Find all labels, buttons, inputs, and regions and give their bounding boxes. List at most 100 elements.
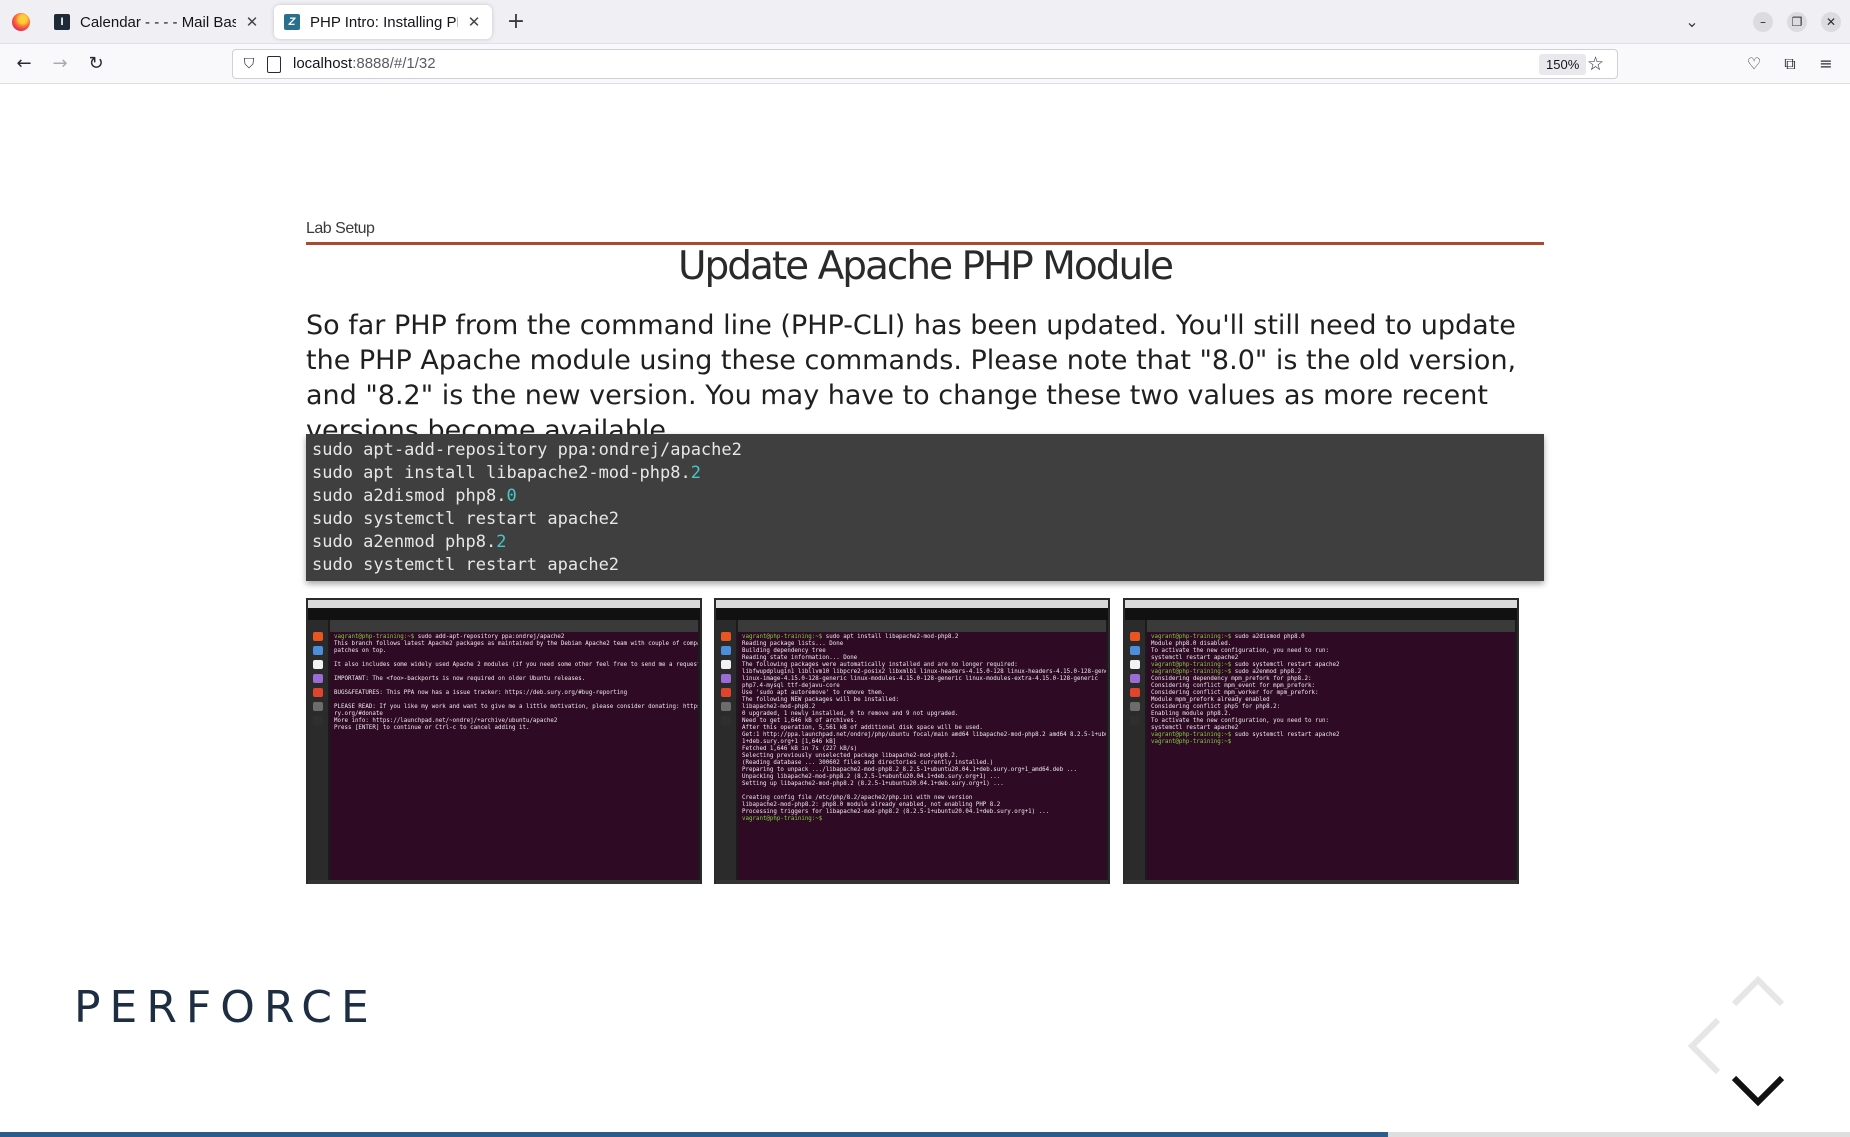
url-host: localhost: [293, 55, 353, 72]
page-info-icon[interactable]: [267, 56, 281, 73]
extensions-icon[interactable]: ⧉: [1780, 54, 1800, 74]
reload-icon[interactable]: ↻: [82, 50, 110, 78]
restore-window-button[interactable]: ❐: [1787, 12, 1807, 32]
terminal-line: Considering dependency mpm_prefork for p…: [1151, 676, 1511, 683]
terminal-text: Need to get 1,646 kB of archives.: [742, 718, 858, 724]
back-arrow-icon[interactable]: ←: [10, 50, 38, 78]
firefox-icon[interactable]: [12, 13, 30, 31]
terminal-text: Fetched 1,646 kB in 7s (227 kB/s): [742, 746, 858, 752]
terminal-line: (Reading database ... 300602 files and d…: [742, 760, 1102, 767]
dock-app-icon: [313, 688, 323, 697]
terminal-line: systemctl restart apache2: [1151, 725, 1511, 732]
list-all-tabs-chevron-icon[interactable]: ⌄: [1680, 10, 1704, 34]
terminal-text: Preparing to unpack .../libapache2-mod-p…: [742, 767, 1078, 773]
nav-down-arrow-icon[interactable]: [1730, 1074, 1786, 1108]
terminal-line: Preparing to unpack .../libapache2-mod-p…: [742, 767, 1102, 774]
terminal-text: PLEASE READ: If you like my work and wan…: [334, 704, 698, 710]
terminal-line: Selecting previously unselected package …: [742, 753, 1102, 760]
terminal-line: vagrant@php-training:~$: [1151, 739, 1511, 746]
code-line: sudo a2enmod php8.2: [312, 531, 1538, 554]
code-line: sudo systemctl restart apache2: [312, 554, 1538, 577]
close-tab-icon[interactable]: ✕: [466, 13, 482, 31]
new-tab-button[interactable]: +: [502, 8, 530, 36]
code-line: sudo systemctl restart apache2: [312, 508, 1538, 531]
tab-calendar-mail[interactable]: I Calendar - - - - Mail Basic ✕: [44, 5, 270, 39]
address-bar[interactable]: ⛉ localhost:8888/#/1/32 150% ☆: [232, 49, 1618, 79]
nav-up-arrow-icon[interactable]: [1730, 974, 1786, 1008]
minimize-window-button[interactable]: –: [1753, 12, 1773, 32]
terminal-text: After this operation, 5,561 kB of additi…: [742, 725, 983, 731]
php-favicon-icon: Z: [284, 14, 300, 30]
code-text: sudo apt install libapache2-mod-php8.: [312, 463, 691, 483]
dock-app-icon: [721, 632, 731, 641]
menu-hamburger-icon[interactable]: ≡: [1816, 54, 1836, 74]
terminal-line: The following packages were automaticall…: [742, 662, 1102, 669]
close-window-button[interactable]: ✕: [1821, 12, 1841, 32]
terminal-line: [334, 669, 694, 676]
code-text: sudo a2enmod php8.: [312, 532, 497, 552]
ubuntu-dock: [308, 620, 328, 882]
terminal-screenshot-a2enmod: vagrant@php-training:~$ sudo a2dismod ph…: [1123, 598, 1519, 884]
terminal-prompt: vagrant@php-training:~$: [1151, 732, 1232, 738]
dock-app-icon: [721, 702, 731, 711]
terminal-line: Creating config file /etc/php/8.2/apache…: [742, 795, 1102, 802]
terminal-line: [334, 697, 694, 704]
tracking-shield-icon[interactable]: ⛉: [241, 56, 257, 72]
terminal-prompt: vagrant@php-training:~$: [334, 634, 415, 640]
terminal-text: sudo systemctl restart apache2: [1231, 662, 1340, 668]
terminal-line: PLEASE READ: If you like my work and wan…: [334, 704, 698, 711]
url-text[interactable]: localhost:8888/#/1/32: [293, 55, 436, 72]
code-line: sudo apt install libapache2-mod-php8.2: [312, 462, 1538, 485]
terminal-text: Use 'sudo apt autoremove' to remove them…: [742, 690, 886, 696]
nav-left-arrow-icon[interactable]: [1686, 1016, 1722, 1076]
terminal-text: systemctl restart apache2: [1151, 725, 1239, 731]
terminal-line: vagrant@php-training:~$: [742, 816, 1102, 823]
terminal-line: 1+deb.sury.org+1 [1,646 kB]: [742, 739, 1102, 746]
terminal-text: Module php8.0 disabled.: [1151, 641, 1232, 647]
code-text: sudo systemctl restart apache2: [312, 509, 620, 529]
terminal-text: To activate the new configuration, you n…: [1151, 648, 1329, 654]
dock-app-icon: [313, 674, 323, 683]
forward-arrow-icon[interactable]: →: [46, 50, 74, 78]
dock-app-icon: [721, 688, 731, 697]
terminal-line: vagrant@php-training:~$ sudo a2enmod php…: [1151, 669, 1511, 676]
close-tab-icon[interactable]: ✕: [244, 13, 260, 31]
terminal-text: sudo a2dismod php8.0: [1231, 634, 1305, 640]
slide-progress-bar: [0, 1132, 1850, 1137]
terminal-text: 0 upgraded, 1 newly installed, 0 to remo…: [742, 711, 959, 717]
dock-app-icon: [313, 716, 323, 725]
terminal-line: patches on top.: [334, 648, 694, 655]
terminal-line: php7.4-mysql ttf-dejavu-core: [742, 683, 1102, 690]
pocket-icon[interactable]: ♡: [1744, 54, 1764, 74]
terminal-line: libfwupdplugin1 libllvm10 libpcre2-posix…: [742, 669, 1106, 676]
terminal-prompt: vagrant@php-training:~$: [1151, 669, 1232, 675]
dock-app-icon: [313, 702, 323, 711]
terminal-text: To activate the new configuration, you n…: [1151, 718, 1329, 724]
code-text: sudo systemctl restart apache2: [312, 555, 620, 575]
terminal-line: Module php8.0 disabled.: [1151, 641, 1511, 648]
terminal-text: Considering conflict mpm_event for mpm_p…: [1151, 683, 1316, 689]
code-number: 0: [506, 486, 517, 506]
zoom-level-badge[interactable]: 150%: [1539, 54, 1587, 75]
terminal-line: systemctl restart apache2: [1151, 655, 1511, 662]
dock-app-icon: [1130, 674, 1140, 683]
browser-nav-bar: ← → ↻ ⛉ localhost:8888/#/1/32 150% ☆ ♡ ⧉…: [0, 44, 1850, 84]
url-path: :8888/#/1/32: [352, 55, 436, 72]
dock-app-icon: [1130, 702, 1140, 711]
bookmark-star-icon[interactable]: ☆: [1587, 53, 1604, 75]
terminal-text: sudo systemctl restart apache2: [1231, 732, 1340, 738]
terminal-line: [334, 655, 694, 662]
code-number: 2: [496, 532, 507, 552]
terminal-text: IMPORTANT: The <foo>-backports is now re…: [334, 676, 586, 682]
dock-app-icon: [1130, 660, 1140, 669]
terminal-line: vagrant@php-training:~$ sudo systemctl r…: [1151, 662, 1511, 669]
tab-title: Calendar - - - - Mail Basic: [80, 13, 236, 31]
tab-php-intro[interactable]: Z PHP Intro: Installing PHP ✕: [274, 5, 492, 39]
terminal-text: This branch follows latest Apache2 packa…: [334, 641, 698, 647]
dock-app-icon: [1130, 716, 1140, 725]
terminal-line: Enabling module php8.2.: [1151, 711, 1511, 718]
terminal-text: sudo apt install libapache2-mod-php8.2: [822, 634, 959, 640]
